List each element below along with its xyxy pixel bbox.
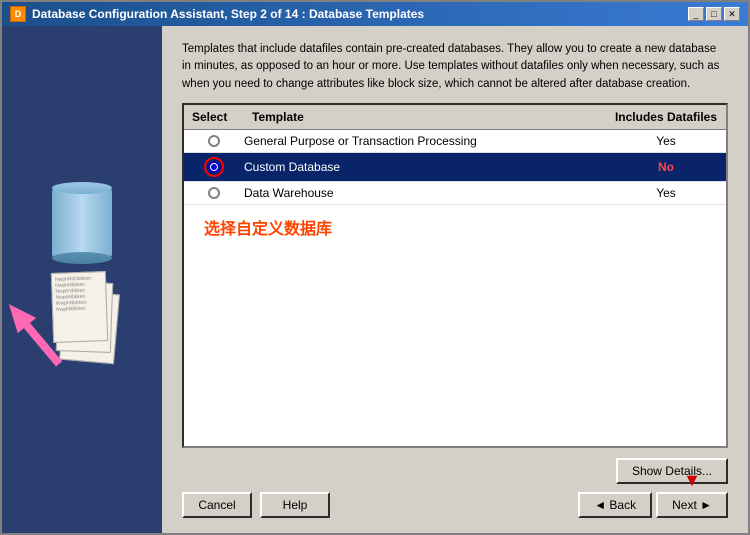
cylinder-icon (52, 188, 112, 258)
radio-cell-custom[interactable] (184, 157, 244, 177)
main-window: D Database Configuration Assistant, Step… (0, 0, 750, 535)
annotation-text: 选择自定义数据库 (184, 205, 726, 249)
left-panel: NwphNbNbkkenNwphNbkkenNwphNbkkenNwphNbkk… (2, 26, 162, 533)
template-name-general: General Purpose or Transaction Processin… (244, 134, 606, 148)
show-details-row: Show Details... (182, 458, 728, 484)
show-details-button[interactable]: Show Details... (616, 458, 728, 484)
description-text: Templates that include datafiles contain… (182, 41, 728, 93)
template-table: Select Template Includes Datafiles Gener… (182, 103, 728, 448)
radio-cell-warehouse[interactable] (184, 187, 244, 199)
header-template: Template (244, 108, 606, 126)
minimize-button[interactable]: _ (688, 7, 704, 21)
content-area: NwphNbNbkkenNwphNbkkenNwphNbkkenNwphNbkk… (2, 26, 748, 533)
datafiles-warehouse: Yes (606, 186, 726, 200)
next-button[interactable]: Next ► (656, 492, 728, 518)
doc-3: NwphNbNbkkenNwphNbkkenNwphNbkkenNwphNbkk… (51, 271, 108, 343)
radio-custom[interactable] (208, 161, 220, 173)
radio-highlight-custom (204, 157, 224, 177)
nav-row: Cancel Help ◄ Back ▼ Next ► (182, 492, 728, 518)
right-panel: Templates that include datafiles contain… (162, 26, 748, 533)
datafiles-custom: No (606, 160, 726, 174)
title-bar: D Database Configuration Assistant, Step… (2, 2, 748, 26)
help-button[interactable]: Help (260, 492, 330, 518)
db-illustration: NwphNbNbkkenNwphNbkkenNwphNbkkenNwphNbkk… (47, 188, 117, 362)
title-bar-left: D Database Configuration Assistant, Step… (10, 6, 424, 22)
template-name-warehouse: Data Warehouse (244, 186, 606, 200)
table-row[interactable]: General Purpose or Transaction Processin… (184, 130, 726, 153)
cancel-button[interactable]: Cancel (182, 492, 252, 518)
back-button[interactable]: ◄ Back (578, 492, 652, 518)
template-name-custom: Custom Database (244, 160, 606, 174)
red-arrow-icon: ▼ (683, 470, 701, 491)
left-nav-buttons: Cancel Help (182, 492, 330, 518)
table-header: Select Template Includes Datafiles (184, 105, 726, 130)
radio-cell-general[interactable] (184, 135, 244, 147)
table-row[interactable]: Custom Database No (184, 153, 726, 182)
title-buttons: _ □ ✕ (688, 7, 740, 21)
window-title: Database Configuration Assistant, Step 2… (32, 7, 424, 21)
header-select: Select (184, 108, 244, 126)
right-nav-buttons: ◄ Back ▼ Next ► (578, 492, 728, 518)
table-row[interactable]: Data Warehouse Yes (184, 182, 726, 205)
close-button[interactable]: ✕ (724, 7, 740, 21)
header-datafiles: Includes Datafiles (606, 108, 726, 126)
app-icon: D (10, 6, 26, 22)
radio-general[interactable] (208, 135, 220, 147)
bottom-section: Show Details... Cancel Help ◄ Back ▼ (182, 458, 728, 518)
radio-warehouse[interactable] (208, 187, 220, 199)
datafiles-general: Yes (606, 134, 726, 148)
restore-button[interactable]: □ (706, 7, 722, 21)
